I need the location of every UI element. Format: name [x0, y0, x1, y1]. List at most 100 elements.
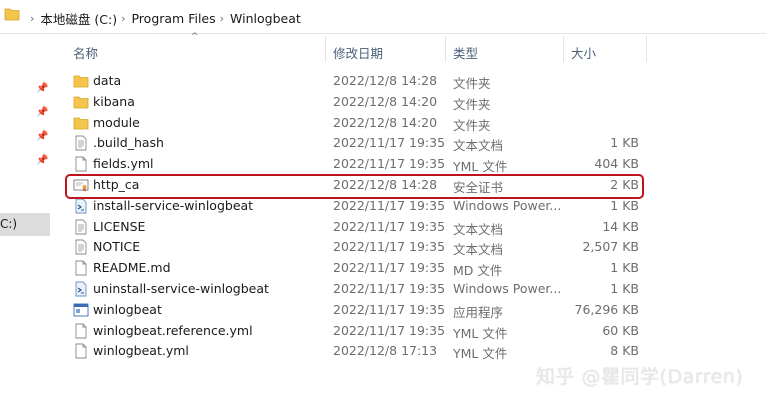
file-modified-date: 2022/11/17 19:35 — [333, 135, 446, 151]
column-header-modified[interactable]: 修改日期 — [333, 43, 383, 62]
column-divider[interactable] — [445, 36, 446, 62]
column-header-type[interactable]: 类型 — [453, 43, 478, 62]
powershell-icon — [73, 198, 89, 214]
file-row[interactable]: LICENSE 2022/11/17 19:35 文本文档 14 KB — [65, 216, 645, 237]
breadcrumb-item-program-files[interactable]: Program Files — [131, 11, 215, 26]
file-size: 14 KB — [602, 218, 639, 234]
file-modified-date: 2022/11/17 19:35 — [333, 281, 446, 296]
highlight-box — [65, 174, 644, 199]
file-icon — [73, 260, 89, 276]
file-name: kibana — [93, 93, 135, 109]
file-name: .build_hash — [93, 135, 164, 151]
file-size: 76,296 KB — [574, 301, 639, 317]
file-modified-date: 2022/12/8 17:13 — [333, 343, 438, 359]
folder-icon — [73, 94, 89, 110]
file-row[interactable]: README.md 2022/11/17 19:35 MD 文件 1 KB — [65, 257, 645, 278]
chevron-right-icon[interactable]: › — [30, 12, 34, 25]
file-row[interactable]: kibana 2022/12/8 14:20 文件夹 — [65, 91, 645, 112]
file-row[interactable]: .build_hash 2022/11/17 19:35 文本文档 1 KB — [65, 132, 645, 153]
file-size: 1 KB — [610, 135, 639, 151]
file-modified-date: 2022/11/17 19:35 — [333, 218, 446, 234]
file-name: winlogbeat.reference.yml — [93, 322, 253, 338]
file-type: YML 文件 — [453, 159, 508, 175]
file-type: 文件夹 — [453, 117, 491, 133]
file-modified-date: 2022/12/8 14:20 — [333, 114, 438, 130]
column-divider[interactable] — [325, 36, 326, 62]
file-type: YML 文件 — [453, 325, 508, 341]
sort-ascending-icon: ^ — [191, 32, 199, 42]
file-modified-date: 2022/12/8 14:28 — [333, 73, 438, 88]
file-icon — [73, 343, 89, 359]
folder-icon — [73, 115, 89, 131]
file-size: 2,507 KB — [582, 239, 639, 255]
file-type: 应用程序 — [453, 304, 504, 320]
file-modified-date: 2022/11/17 19:35 — [333, 156, 446, 172]
file-size: 60 KB — [602, 322, 639, 338]
chevron-right-icon[interactable]: › — [121, 12, 125, 25]
nav-item-label: C:) — [0, 217, 18, 231]
file-type: YML 文件 — [453, 346, 508, 362]
file-row[interactable]: winlogbeat 2022/11/17 19:35 应用程序 76,296 KB — [65, 299, 645, 320]
pin-icon[interactable]: 📌 — [36, 131, 48, 142]
file-type: 文本文档 — [453, 221, 504, 237]
pin-icon[interactable]: 📌 — [36, 107, 48, 118]
column-header-row: ^ 名称 修改日期 类型 大小 — [65, 32, 647, 62]
column-header-size[interactable]: 大小 — [571, 43, 596, 62]
file-type: 文件夹 — [453, 76, 491, 91]
column-header-name[interactable]: 名称 — [73, 43, 98, 62]
file-name: module — [93, 114, 140, 130]
file-type: 文本文档 — [453, 242, 504, 258]
file-name: winlogbeat — [93, 301, 162, 317]
column-divider[interactable] — [646, 36, 647, 62]
breadcrumb-item-winlogbeat[interactable]: Winlogbeat — [230, 11, 301, 26]
file-name: fields.yml — [93, 156, 154, 172]
file-row[interactable]: module 2022/12/8 14:20 文件夹 — [65, 112, 645, 133]
file-row[interactable]: NOTICE 2022/11/17 19:35 文本文档 2,507 KB — [65, 236, 645, 257]
breadcrumb: › 本地磁盘 (C:) › Program Files › Winlogbeat — [26, 9, 301, 28]
file-name: NOTICE — [93, 239, 141, 255]
breadcrumb-item-drive[interactable]: 本地磁盘 (C:) — [40, 9, 117, 28]
file-type: Windows Power... — [453, 281, 562, 296]
file-name: data — [93, 73, 122, 88]
file-modified-date: 2022/11/17 19:35 — [333, 239, 446, 255]
file-icon — [73, 156, 89, 172]
pin-icon[interactable]: 📌 — [36, 155, 48, 166]
file-size: 1 KB — [610, 281, 639, 296]
file-row[interactable]: uninstall-service-winlogbeat 2022/11/17 1… — [65, 278, 645, 299]
folder-icon — [73, 73, 89, 89]
application-icon — [73, 302, 89, 318]
file-modified-date: 2022/11/17 19:35 — [333, 301, 446, 317]
text-file-icon — [73, 219, 89, 235]
file-modified-date: 2022/12/8 14:20 — [333, 93, 438, 109]
file-row[interactable]: winlogbeat.reference.yml 2022/11/17 19:35… — [65, 320, 645, 341]
file-name: uninstall-service-winlogbeat — [93, 281, 269, 296]
chevron-right-icon[interactable]: › — [220, 12, 224, 25]
text-file-icon — [73, 239, 89, 255]
file-modified-date: 2022/11/17 19:35 — [333, 322, 446, 338]
file-type: 文本文档 — [453, 138, 504, 154]
file-icon — [73, 323, 89, 339]
file-name: LICENSE — [93, 218, 146, 234]
file-row[interactable]: data 2022/12/8 14:28 文件夹 — [65, 70, 645, 91]
file-size: 8 KB — [610, 343, 639, 359]
text-file-icon — [73, 135, 89, 151]
powershell-icon — [73, 281, 89, 297]
file-size: 404 KB — [594, 156, 639, 172]
file-row[interactable]: winlogbeat.yml 2022/12/8 17:13 YML 文件 8 KB — [65, 340, 645, 361]
file-row[interactable]: fields.yml 2022/11/17 19:35 YML 文件 404 KB — [65, 153, 645, 174]
pin-icon[interactable]: 📌 — [36, 83, 48, 94]
nav-item-drive-c[interactable]: C:) — [0, 213, 50, 236]
file-size: 1 KB — [610, 197, 639, 213]
file-name: README.md — [93, 260, 171, 276]
column-divider[interactable] — [563, 36, 564, 62]
watermark: 知乎 @瞿同学(Darren) — [536, 366, 744, 388]
file-name: winlogbeat.yml — [93, 343, 189, 359]
file-modified-date: 2022/11/17 19:35 — [333, 197, 446, 213]
file-type: 文件夹 — [453, 96, 491, 112]
folder-icon — [4, 8, 20, 21]
file-modified-date: 2022/11/17 19:35 — [333, 260, 446, 276]
file-name: install-service-winlogbeat — [93, 197, 254, 213]
file-type: Windows Power... — [453, 197, 562, 213]
address-bar[interactable]: › 本地磁盘 (C:) › Program Files › Winlogbeat — [0, 0, 766, 34]
file-size: 1 KB — [610, 260, 639, 276]
